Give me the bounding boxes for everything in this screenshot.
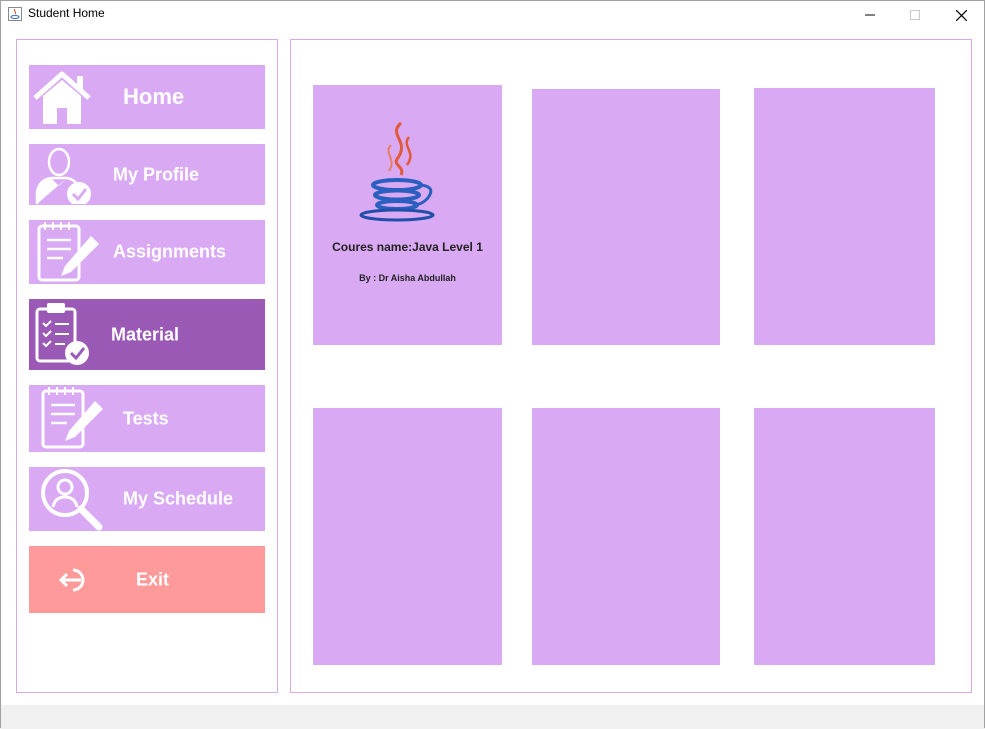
exit-icon: [59, 568, 85, 592]
sidebar-item-label: My Profile: [113, 164, 200, 184]
course-card[interactable]: [313, 408, 502, 665]
course-name: Coures name:Java Level 1: [332, 240, 483, 254]
maximize-button[interactable]: [892, 1, 938, 29]
user-check-icon: [35, 147, 91, 204]
notepad-pencil-icon: [37, 222, 99, 282]
notepad-pencil-icon: [41, 387, 103, 449]
user-search-icon: [41, 469, 103, 531]
sidebar-item-my-schedule[interactable]: My Schedule: [29, 467, 265, 531]
sidebar-item-label: My Schedule: [123, 488, 234, 509]
course-instructor: By : Dr Aisha Abdullah: [359, 273, 456, 283]
sidebar-item-my-profile[interactable]: My Profile: [29, 144, 265, 205]
close-icon: [955, 9, 967, 21]
minimize-icon: [865, 14, 875, 16]
sidebar: Home My Profile Assignments Material Tes…: [16, 39, 278, 693]
sidebar-item-label: Home: [123, 84, 185, 109]
title-bar: Student Home: [1, 1, 984, 29]
minimize-button[interactable]: [847, 1, 893, 29]
course-grid: Coures name:Java Level 1 By : Dr Aisha A…: [290, 39, 972, 693]
sidebar-item-assignments[interactable]: Assignments: [29, 220, 265, 284]
window-title: Student Home: [28, 6, 105, 20]
sidebar-item-exit[interactable]: Exit: [29, 546, 265, 613]
sidebar-item-label: Assignments: [113, 241, 227, 262]
student-home-window: Student Home Home My Profile Assignments…: [0, 0, 985, 729]
sidebar-item-label: Material: [111, 324, 180, 344]
sidebar-item-home[interactable]: Home: [29, 65, 265, 129]
course-card[interactable]: Coures name:Java Level 1 By : Dr Aisha A…: [313, 85, 502, 345]
course-card[interactable]: [754, 88, 935, 345]
house-icon: [33, 71, 91, 124]
java-logo-icon: [359, 121, 435, 222]
course-card[interactable]: [754, 408, 935, 665]
clipboard-check-icon: [35, 303, 89, 365]
course-card[interactable]: [532, 408, 720, 665]
sidebar-item-label: Tests: [123, 408, 169, 428]
course-card[interactable]: [532, 89, 720, 345]
close-button[interactable]: [938, 1, 984, 29]
sidebar-item-tests[interactable]: Tests: [29, 385, 265, 452]
maximize-icon: [910, 10, 920, 20]
sidebar-item-label: Exit: [136, 569, 170, 589]
java-app-icon: [8, 7, 22, 21]
sidebar-item-material[interactable]: Material: [29, 299, 265, 370]
status-strip: [1, 705, 984, 729]
